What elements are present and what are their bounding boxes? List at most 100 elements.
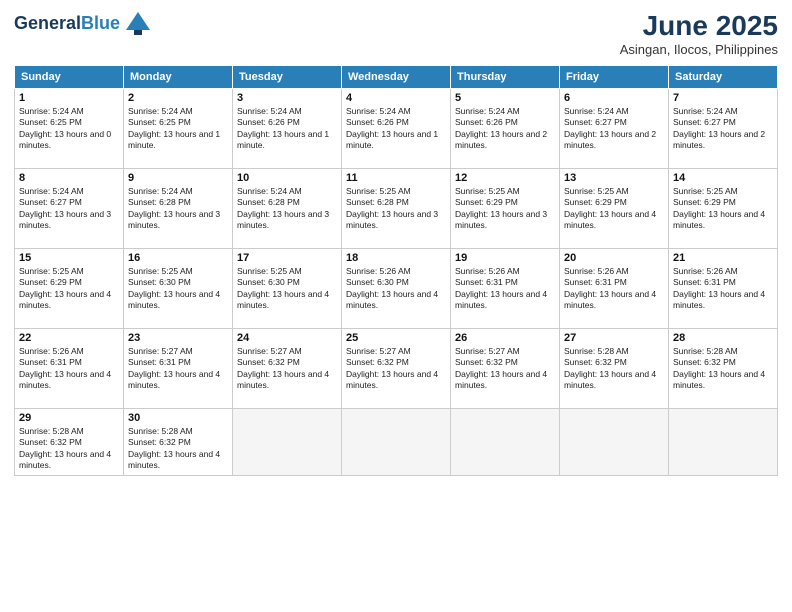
col-wednesday: Wednesday bbox=[342, 66, 451, 89]
table-row: 27 Sunrise: 5:28 AM Sunset: 6:32 PM Dayl… bbox=[560, 329, 669, 409]
day-number: 22 bbox=[19, 332, 119, 344]
col-monday: Monday bbox=[124, 66, 233, 89]
day-number: 21 bbox=[673, 252, 773, 264]
calendar-header-row: Sunday Monday Tuesday Wednesday Thursday… bbox=[15, 66, 778, 89]
day-number: 6 bbox=[564, 92, 664, 104]
table-row: 20 Sunrise: 5:26 AM Sunset: 6:31 PM Dayl… bbox=[560, 249, 669, 329]
day-number: 26 bbox=[455, 332, 555, 344]
table-row: 21 Sunrise: 5:26 AM Sunset: 6:31 PM Dayl… bbox=[669, 249, 778, 329]
day-number: 28 bbox=[673, 332, 773, 344]
day-number: 4 bbox=[346, 92, 446, 104]
table-row: 8 Sunrise: 5:24 AM Sunset: 6:27 PM Dayli… bbox=[15, 169, 124, 249]
table-row: 6 Sunrise: 5:24 AM Sunset: 6:27 PM Dayli… bbox=[560, 89, 669, 169]
month-title: June 2025 bbox=[620, 10, 778, 42]
table-row bbox=[451, 409, 560, 476]
table-row: 30 Sunrise: 5:28 AM Sunset: 6:32 PM Dayl… bbox=[124, 409, 233, 476]
cell-info: Sunrise: 5:25 AM Sunset: 6:30 PM Dayligh… bbox=[237, 266, 337, 312]
cell-info: Sunrise: 5:27 AM Sunset: 6:31 PM Dayligh… bbox=[128, 346, 228, 392]
cell-info: Sunrise: 5:27 AM Sunset: 6:32 PM Dayligh… bbox=[346, 346, 446, 392]
table-row: 3 Sunrise: 5:24 AM Sunset: 6:26 PM Dayli… bbox=[233, 89, 342, 169]
day-number: 8 bbox=[19, 172, 119, 184]
cell-info: Sunrise: 5:24 AM Sunset: 6:25 PM Dayligh… bbox=[19, 106, 119, 152]
table-row bbox=[342, 409, 451, 476]
table-row: 11 Sunrise: 5:25 AM Sunset: 6:28 PM Dayl… bbox=[342, 169, 451, 249]
cell-info: Sunrise: 5:25 AM Sunset: 6:28 PM Dayligh… bbox=[346, 186, 446, 232]
table-row: 22 Sunrise: 5:26 AM Sunset: 6:31 PM Dayl… bbox=[15, 329, 124, 409]
logo-text: GeneralBlue bbox=[14, 14, 120, 34]
day-number: 19 bbox=[455, 252, 555, 264]
cell-info: Sunrise: 5:25 AM Sunset: 6:30 PM Dayligh… bbox=[128, 266, 228, 312]
day-number: 17 bbox=[237, 252, 337, 264]
table-row: 18 Sunrise: 5:26 AM Sunset: 6:30 PM Dayl… bbox=[342, 249, 451, 329]
col-saturday: Saturday bbox=[669, 66, 778, 89]
cell-info: Sunrise: 5:27 AM Sunset: 6:32 PM Dayligh… bbox=[237, 346, 337, 392]
col-friday: Friday bbox=[560, 66, 669, 89]
day-number: 7 bbox=[673, 92, 773, 104]
table-row: 2 Sunrise: 5:24 AM Sunset: 6:25 PM Dayli… bbox=[124, 89, 233, 169]
day-number: 25 bbox=[346, 332, 446, 344]
col-sunday: Sunday bbox=[15, 66, 124, 89]
cell-info: Sunrise: 5:24 AM Sunset: 6:27 PM Dayligh… bbox=[564, 106, 664, 152]
title-block: June 2025 Asingan, Ilocos, Philippines bbox=[620, 10, 778, 57]
day-number: 29 bbox=[19, 412, 119, 424]
cell-info: Sunrise: 5:24 AM Sunset: 6:28 PM Dayligh… bbox=[237, 186, 337, 232]
cell-info: Sunrise: 5:24 AM Sunset: 6:26 PM Dayligh… bbox=[237, 106, 337, 152]
table-row: 7 Sunrise: 5:24 AM Sunset: 6:27 PM Dayli… bbox=[669, 89, 778, 169]
day-number: 14 bbox=[673, 172, 773, 184]
table-row: 4 Sunrise: 5:24 AM Sunset: 6:26 PM Dayli… bbox=[342, 89, 451, 169]
day-number: 2 bbox=[128, 92, 228, 104]
logo-icon bbox=[124, 10, 152, 38]
cell-info: Sunrise: 5:26 AM Sunset: 6:31 PM Dayligh… bbox=[19, 346, 119, 392]
cell-info: Sunrise: 5:28 AM Sunset: 6:32 PM Dayligh… bbox=[19, 426, 119, 472]
day-number: 10 bbox=[237, 172, 337, 184]
table-row: 14 Sunrise: 5:25 AM Sunset: 6:29 PM Dayl… bbox=[669, 169, 778, 249]
day-number: 16 bbox=[128, 252, 228, 264]
cell-info: Sunrise: 5:24 AM Sunset: 6:26 PM Dayligh… bbox=[455, 106, 555, 152]
header: GeneralBlue June 2025 Asingan, Ilocos, P… bbox=[14, 10, 778, 57]
table-row bbox=[233, 409, 342, 476]
day-number: 30 bbox=[128, 412, 228, 424]
table-row: 16 Sunrise: 5:25 AM Sunset: 6:30 PM Dayl… bbox=[124, 249, 233, 329]
cell-info: Sunrise: 5:25 AM Sunset: 6:29 PM Dayligh… bbox=[19, 266, 119, 312]
table-row bbox=[669, 409, 778, 476]
logo: GeneralBlue bbox=[14, 10, 152, 38]
table-row: 23 Sunrise: 5:27 AM Sunset: 6:31 PM Dayl… bbox=[124, 329, 233, 409]
cell-info: Sunrise: 5:24 AM Sunset: 6:27 PM Dayligh… bbox=[673, 106, 773, 152]
day-number: 24 bbox=[237, 332, 337, 344]
table-row: 9 Sunrise: 5:24 AM Sunset: 6:28 PM Dayli… bbox=[124, 169, 233, 249]
cell-info: Sunrise: 5:28 AM Sunset: 6:32 PM Dayligh… bbox=[673, 346, 773, 392]
table-row: 17 Sunrise: 5:25 AM Sunset: 6:30 PM Dayl… bbox=[233, 249, 342, 329]
table-row: 19 Sunrise: 5:26 AM Sunset: 6:31 PM Dayl… bbox=[451, 249, 560, 329]
cell-info: Sunrise: 5:24 AM Sunset: 6:28 PM Dayligh… bbox=[128, 186, 228, 232]
cell-info: Sunrise: 5:24 AM Sunset: 6:25 PM Dayligh… bbox=[128, 106, 228, 152]
table-row: 5 Sunrise: 5:24 AM Sunset: 6:26 PM Dayli… bbox=[451, 89, 560, 169]
cell-info: Sunrise: 5:25 AM Sunset: 6:29 PM Dayligh… bbox=[564, 186, 664, 232]
cell-info: Sunrise: 5:24 AM Sunset: 6:26 PM Dayligh… bbox=[346, 106, 446, 152]
day-number: 1 bbox=[19, 92, 119, 104]
day-number: 23 bbox=[128, 332, 228, 344]
day-number: 13 bbox=[564, 172, 664, 184]
day-number: 27 bbox=[564, 332, 664, 344]
cell-info: Sunrise: 5:28 AM Sunset: 6:32 PM Dayligh… bbox=[564, 346, 664, 392]
table-row: 24 Sunrise: 5:27 AM Sunset: 6:32 PM Dayl… bbox=[233, 329, 342, 409]
table-row: 25 Sunrise: 5:27 AM Sunset: 6:32 PM Dayl… bbox=[342, 329, 451, 409]
cell-info: Sunrise: 5:28 AM Sunset: 6:32 PM Dayligh… bbox=[128, 426, 228, 472]
location: Asingan, Ilocos, Philippines bbox=[620, 42, 778, 57]
calendar-table: Sunday Monday Tuesday Wednesday Thursday… bbox=[14, 65, 778, 476]
cell-info: Sunrise: 5:24 AM Sunset: 6:27 PM Dayligh… bbox=[19, 186, 119, 232]
table-row bbox=[560, 409, 669, 476]
cell-info: Sunrise: 5:27 AM Sunset: 6:32 PM Dayligh… bbox=[455, 346, 555, 392]
table-row: 10 Sunrise: 5:24 AM Sunset: 6:28 PM Dayl… bbox=[233, 169, 342, 249]
day-number: 3 bbox=[237, 92, 337, 104]
col-thursday: Thursday bbox=[451, 66, 560, 89]
day-number: 20 bbox=[564, 252, 664, 264]
page: GeneralBlue June 2025 Asingan, Ilocos, P… bbox=[0, 0, 792, 612]
day-number: 15 bbox=[19, 252, 119, 264]
cell-info: Sunrise: 5:25 AM Sunset: 6:29 PM Dayligh… bbox=[673, 186, 773, 232]
cell-info: Sunrise: 5:25 AM Sunset: 6:29 PM Dayligh… bbox=[455, 186, 555, 232]
table-row: 28 Sunrise: 5:28 AM Sunset: 6:32 PM Dayl… bbox=[669, 329, 778, 409]
cell-info: Sunrise: 5:26 AM Sunset: 6:31 PM Dayligh… bbox=[455, 266, 555, 312]
cell-info: Sunrise: 5:26 AM Sunset: 6:31 PM Dayligh… bbox=[564, 266, 664, 312]
table-row: 13 Sunrise: 5:25 AM Sunset: 6:29 PM Dayl… bbox=[560, 169, 669, 249]
day-number: 11 bbox=[346, 172, 446, 184]
